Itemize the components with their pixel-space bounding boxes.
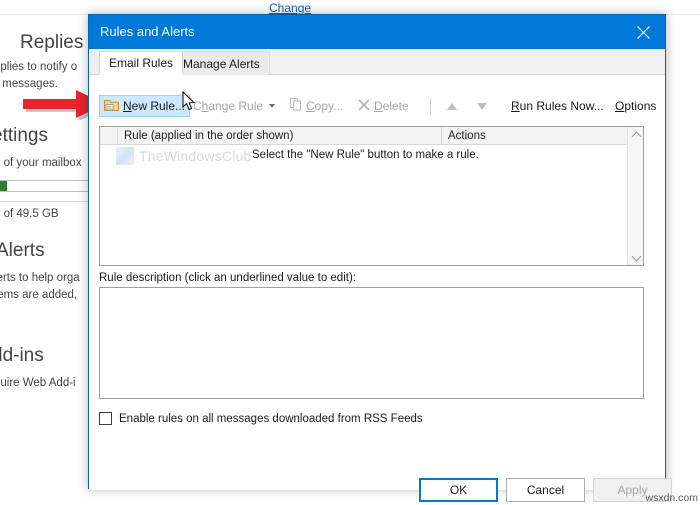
dialog-title: Rules and Alerts (100, 24, 195, 39)
background-text-settings-line2: e of 49.5 GB (0, 208, 59, 220)
delete-button[interactable]: Delete (354, 95, 413, 117)
background-text-settings-line1: e of your mailbox (0, 157, 82, 169)
background-text-alerts-line1: lerts to help orga (0, 272, 80, 284)
dialog-title-bar[interactable]: Rules and Alerts (89, 15, 665, 49)
ok-button[interactable]: OK (419, 478, 498, 502)
change-rule-label: Change Rule (193, 99, 264, 113)
column-header-checkbox[interactable] (100, 127, 117, 145)
delete-x-icon (358, 98, 370, 114)
cancel-button[interactable]: Cancel (506, 478, 585, 502)
thewindowsclub-watermark: TheWindowsClub (116, 147, 252, 165)
new-rule-button[interactable]: New Rule... (99, 95, 191, 117)
background-text-alerts-line2: tems are added, (0, 289, 78, 301)
screen: Change Replies eplies to notify o il mes… (0, 0, 700, 505)
rules-list-empty-message: Select the "New Rule" button to make a r… (252, 149, 479, 161)
move-down-button[interactable] (473, 95, 491, 117)
copy-button[interactable]: Copy... (286, 95, 347, 117)
rules-and-alerts-dialog: Rules and Alerts Email Rules Manage Aler… (88, 14, 672, 502)
copy-label: Copy... (306, 99, 344, 113)
run-rules-now-label: Run Rules Now... (511, 99, 604, 113)
toolbar-separator (430, 98, 431, 114)
rss-feeds-checkbox-row[interactable]: Enable rules on all messages downloaded … (99, 412, 423, 425)
tab-email-rules-label: Email Rules (109, 56, 174, 70)
thewindowsclub-logo-icon (116, 147, 134, 165)
run-rules-now-button[interactable]: Run Rules Now... (507, 95, 608, 117)
dialog-body: New Rule... Change Rule Copy... Delete R… (89, 75, 672, 502)
delete-label: Delete (374, 99, 409, 113)
rss-feeds-checkbox-label: Enable rules on all messages downloaded … (119, 412, 423, 425)
close-icon[interactable] (621, 15, 665, 49)
rules-list-header: Rule (applied in the order shown) Action… (100, 127, 643, 145)
chevron-down-icon (269, 104, 276, 108)
scroll-down-icon[interactable] (628, 249, 644, 265)
new-rule-label: New Rule... (123, 99, 186, 113)
options-label: Options (615, 99, 657, 113)
background-text-addins-line1: quire Web Add-i (0, 377, 76, 389)
background-text-replies-line1: eplies to notify o (0, 61, 78, 73)
change-rule-button[interactable]: Change Rule (189, 95, 279, 117)
change-link[interactable]: Change (269, 1, 311, 15)
column-header-actions[interactable]: Actions (441, 127, 628, 145)
arrow-down-icon (477, 102, 487, 110)
arrow-up-icon (447, 102, 457, 110)
mailbox-usage-fill (0, 181, 7, 191)
options-button[interactable]: Options (611, 95, 660, 117)
move-up-button[interactable] (443, 95, 461, 117)
rss-feeds-checkbox[interactable] (99, 412, 112, 425)
rules-list[interactable]: Rule (applied in the order shown) Action… (99, 126, 644, 266)
tab-manage-alerts[interactable]: Manage Alerts (173, 51, 270, 75)
copy-icon (290, 98, 302, 114)
tab-email-rules[interactable]: Email Rules (99, 51, 184, 75)
background-heading-replies: Replies (20, 32, 84, 53)
page-watermark: wsxdn.com (645, 492, 698, 504)
rule-description-box[interactable] (99, 287, 644, 399)
tab-manage-alerts-label: Manage Alerts (183, 56, 260, 71)
rule-description-label: Rule description (click an underlined va… (99, 272, 356, 284)
rules-list-scrollbar[interactable] (627, 127, 643, 265)
mouse-cursor-icon (182, 91, 197, 112)
background-heading-addins: dd-ins (0, 345, 44, 366)
thewindowsclub-watermark-text: TheWindowsClub (139, 148, 252, 164)
column-header-rule[interactable]: Rule (applied in the order shown) (117, 127, 441, 145)
new-rule-icon (104, 98, 119, 115)
background-heading-settings: ettings (0, 125, 48, 146)
scroll-up-icon[interactable] (628, 127, 644, 143)
background-heading-alerts: Alerts (0, 240, 45, 261)
